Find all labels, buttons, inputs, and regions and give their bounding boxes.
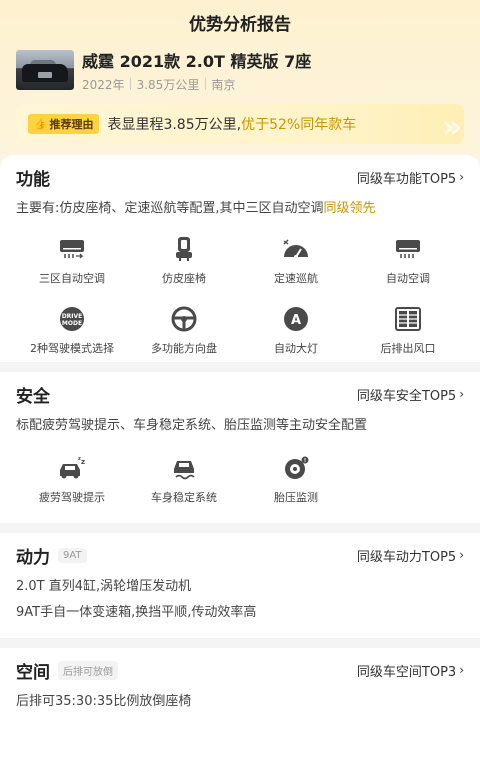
thumbs-up-icon: 👍 (34, 118, 47, 130)
feature-item[interactable]: 后排出风口 (352, 295, 464, 365)
headlight-icon: A (281, 304, 311, 334)
space-title: 空间 (16, 662, 50, 683)
ac-three-zone-icon (57, 234, 87, 264)
function-title: 功能 (16, 169, 50, 190)
rear-vent-icon (393, 304, 423, 334)
section-divider (0, 523, 480, 533)
function-feature-grid: 三区自动空调 仿皮座椅 定速巡航 自动空调 DRIVE MODE 2种驾驶模式选择 (16, 225, 464, 365)
svg-text:MODE: MODE (62, 320, 82, 327)
recommend-reason-banner: 👍 推荐理由 表显里程3.85万公里, 优于52%同年款车 » (16, 104, 464, 144)
safety-top5-link[interactable]: 同级车安全TOP5 › (357, 385, 464, 404)
power-section: 动力 9AT 同级车动力TOP5 › 2.0T 直列4缸,涡轮增压发动机 9AT手… (0, 533, 480, 638)
page-header: 优势分析报告 (0, 0, 480, 44)
space-tag: 后排可放倒 (58, 660, 118, 680)
recommend-badge: 👍 推荐理由 (28, 114, 100, 134)
car-year: 2022年 (82, 78, 125, 92)
power-title: 动力 (16, 547, 50, 568)
tire-pressure-icon: ! (281, 453, 311, 483)
svg-text:z: z (81, 458, 85, 466)
auto-ac-icon (393, 234, 423, 264)
car-name: 威霆 2021款 2.0T 精英版 7座 (82, 52, 312, 71)
chevron-right-icon: › (459, 548, 464, 562)
chevron-right-icon: › (459, 663, 464, 677)
power-engine-desc: 2.0T 直列4缸,涡轮增压发动机 (16, 579, 192, 594)
feature-item[interactable]: 三区自动空调 (16, 225, 128, 295)
feature-item[interactable]: 自动空调 (352, 225, 464, 295)
chevrons-decoration-icon: » (442, 110, 463, 144)
cruise-icon (281, 234, 311, 264)
power-tag: 9AT (58, 547, 87, 563)
drive-mode-icon: DRIVE MODE (57, 304, 87, 334)
car-summary[interactable]: 威霆 2021款 2.0T 精英版 7座 2022年 | 3.85万公里 | 南… (0, 44, 480, 96)
safety-title: 安全 (16, 386, 50, 407)
feature-item[interactable]: 仿皮座椅 (128, 225, 240, 295)
chevron-right-icon: › (459, 387, 464, 401)
safety-feature-grid: zz 疲劳驾驶提示 车身稳定系统 ! 胎压监测 (16, 444, 464, 514)
section-divider (0, 362, 480, 372)
svg-text:DRIVE: DRIVE (62, 313, 83, 320)
car-thumbnail (16, 50, 74, 90)
feature-item[interactable]: 车身稳定系统 (128, 444, 240, 514)
feature-item[interactable]: ! 胎压监测 (240, 444, 352, 514)
power-gearbox-desc: 9AT手自一体变速箱,换挡平顺,传动效率高 (16, 605, 257, 620)
safety-desc: 标配疲劳驾驶提示、车身稳定系统、胎压监测等主动安全配置 (16, 418, 368, 433)
function-top5-link[interactable]: 同级车功能TOP5 › (357, 168, 464, 187)
chevron-right-icon: › (459, 170, 464, 184)
svg-text:A: A (291, 313, 301, 328)
space-section: 空间 后排可放倒 同级车空间TOP3 › 后排可35:30:35比例放倒座椅 (0, 648, 480, 769)
safety-section: 安全 同级车安全TOP5 › 标配疲劳驾驶提示、车身稳定系统、胎压监测等主动安全配… (0, 372, 480, 523)
function-desc: 主要有:仿皮座椅、定速巡航等配置,其中三区自动空调同级领先 (16, 201, 376, 216)
section-divider (0, 638, 480, 648)
reason-highlight: 优于52%同年款车 (241, 117, 357, 133)
steering-wheel-icon (169, 304, 199, 334)
seat-icon (169, 234, 199, 264)
car-city: 南京 (211, 78, 236, 92)
page-title: 优势分析报告 (189, 14, 291, 35)
fatigue-icon: zz (57, 453, 87, 483)
space-top3-link[interactable]: 同级车空间TOP3 › (357, 661, 464, 680)
reason-text: 表显里程3.85万公里, (107, 117, 242, 133)
function-section: 功能 同级车功能TOP5 › 主要有:仿皮座椅、定速巡航等配置,其中三区自动空调同… (0, 155, 480, 362)
car-meta: 2022年 | 3.85万公里 | 南京 (82, 76, 236, 92)
feature-item[interactable]: A 自动大灯 (240, 295, 352, 365)
svg-text:!: ! (304, 458, 306, 464)
space-desc: 后排可35:30:35比例放倒座椅 (16, 694, 192, 709)
stability-icon (169, 453, 199, 483)
feature-item[interactable]: zz 疲劳驾驶提示 (16, 444, 128, 514)
feature-item[interactable]: 多功能方向盘 (128, 295, 240, 365)
svg-text:z: z (78, 456, 81, 462)
feature-item[interactable]: DRIVE MODE 2种驾驶模式选择 (16, 295, 128, 365)
feature-item[interactable]: 定速巡航 (240, 225, 352, 295)
car-mileage: 3.85万公里 (136, 78, 200, 92)
power-top5-link[interactable]: 同级车动力TOP5 › (357, 546, 464, 565)
